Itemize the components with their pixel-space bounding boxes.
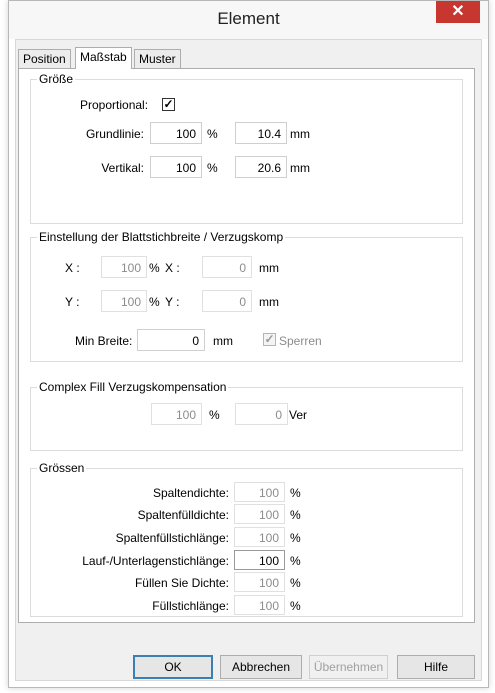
close-button[interactable]: ✕	[436, 1, 480, 23]
lauf-unterlagenstichlaenge-field[interactable]: 100	[234, 550, 285, 570]
grundlinie-mm-unit: mm	[290, 127, 310, 141]
group-blattstichbreite-title: Einstellung der Blattstichbreite / Verzu…	[37, 230, 286, 244]
spaltendichte-unit: %	[290, 486, 301, 500]
vertikal-percent-field[interactable]: 100	[150, 156, 202, 178]
dialog-client: Position Maßstab Muster Größe Proportion…	[15, 39, 482, 681]
fuellen-dichte-field[interactable]: 100	[234, 572, 285, 592]
vertikal-mm-field[interactable]: 20.6	[235, 156, 287, 178]
sperren-checkbox[interactable]: ✓	[263, 333, 276, 346]
fuellstichlaenge-unit: %	[290, 599, 301, 613]
blatt-y2-label: Y :	[165, 295, 180, 309]
tab-position[interactable]: Position	[18, 49, 71, 68]
help-button[interactable]: Hilfe	[397, 655, 475, 679]
ok-button[interactable]: OK	[133, 655, 213, 679]
apply-button[interactable]: Übernehmen	[309, 655, 388, 679]
blatt-y-mm-unit: mm	[259, 295, 279, 309]
grundlinie-percent-unit: %	[207, 127, 218, 141]
fuellen-dichte-unit: %	[290, 576, 301, 590]
complex-percent-field[interactable]: 100	[151, 403, 202, 425]
vertikal-mm-unit: mm	[290, 161, 310, 175]
blatt-x-mm-field[interactable]: 0	[202, 256, 252, 278]
complex-percent-unit: %	[209, 408, 220, 422]
tab-muster[interactable]: Muster	[134, 49, 181, 68]
spaltendichte-field[interactable]: 100	[234, 482, 285, 502]
spaltenfuelldichte-field[interactable]: 100	[234, 504, 285, 524]
fuellstichlaenge-label: Füllstichlänge:	[152, 599, 229, 613]
close-icon: ✕	[451, 3, 465, 20]
spaltenfuellstichlaenge-label: Spaltenfüllstichlänge:	[115, 531, 229, 545]
grundlinie-mm-field[interactable]: 10.4	[235, 122, 287, 144]
blatt-x-percent-field[interactable]: 100	[101, 256, 147, 278]
spaltenfuellstichlaenge-unit: %	[290, 531, 301, 545]
vertikal-percent-unit: %	[207, 161, 218, 175]
spaltenfuelldichte-unit: %	[290, 508, 301, 522]
blatt-x-percent-unit: %	[149, 261, 160, 275]
complex-ver-unit: Ver	[289, 408, 308, 422]
proportional-checkbox[interactable]: ✓	[162, 98, 175, 111]
min-breite-label: Min Breite:	[75, 334, 133, 348]
lauf-unterlagenstichlaenge-unit: %	[290, 554, 301, 568]
cancel-button[interactable]: Abbrechen	[220, 655, 302, 679]
lauf-unterlagenstichlaenge-label: Lauf-/Unterlagenstichlänge:	[82, 554, 229, 568]
dialog-window: Element ✕ Position Maßstab Muster Größe …	[8, 0, 489, 688]
vertikal-label: Vertikal:	[101, 161, 144, 175]
fuellstichlaenge-field[interactable]: 100	[234, 595, 285, 615]
window-title: Element	[217, 9, 280, 28]
spaltendichte-label: Spaltendichte:	[152, 486, 229, 500]
proportional-label: Proportional:	[80, 98, 149, 112]
blatt-x-mm-unit: mm	[259, 261, 279, 275]
group-groesse-title: Größe	[37, 72, 76, 86]
blatt-y-label: Y :	[65, 295, 80, 309]
sperren-label: Sperren	[279, 334, 322, 348]
tab-massstab[interactable]: Maßstab	[75, 47, 132, 69]
blatt-x-label: X :	[65, 261, 80, 275]
complex-ver-field[interactable]: 0	[235, 403, 288, 425]
grundlinie-percent-field[interactable]: 100	[150, 122, 202, 144]
blatt-y-percent-unit: %	[149, 295, 160, 309]
blatt-y-percent-field[interactable]: 100	[101, 290, 147, 312]
spaltenfuellstichlaenge-field[interactable]: 100	[234, 527, 285, 547]
tab-page-massstab: Größe Proportional: ✓ Grundlinie: 100 % …	[18, 68, 475, 623]
min-breite-unit: mm	[213, 334, 233, 348]
group-complex-fill-title: Complex Fill Verzugskompensation	[37, 380, 229, 394]
title-bar: Element ✕	[9, 1, 488, 39]
min-breite-field[interactable]: 0	[137, 329, 205, 351]
grundlinie-label: Grundlinie:	[85, 127, 144, 141]
group-groessen-title: Grössen	[37, 461, 87, 475]
spaltenfuelldichte-label: Spaltenfülldichte:	[137, 508, 229, 522]
blatt-x2-label: X :	[165, 261, 180, 275]
fuellen-dichte-label: Füllen Sie Dichte:	[134, 576, 229, 590]
blatt-y-mm-field[interactable]: 0	[202, 290, 252, 312]
